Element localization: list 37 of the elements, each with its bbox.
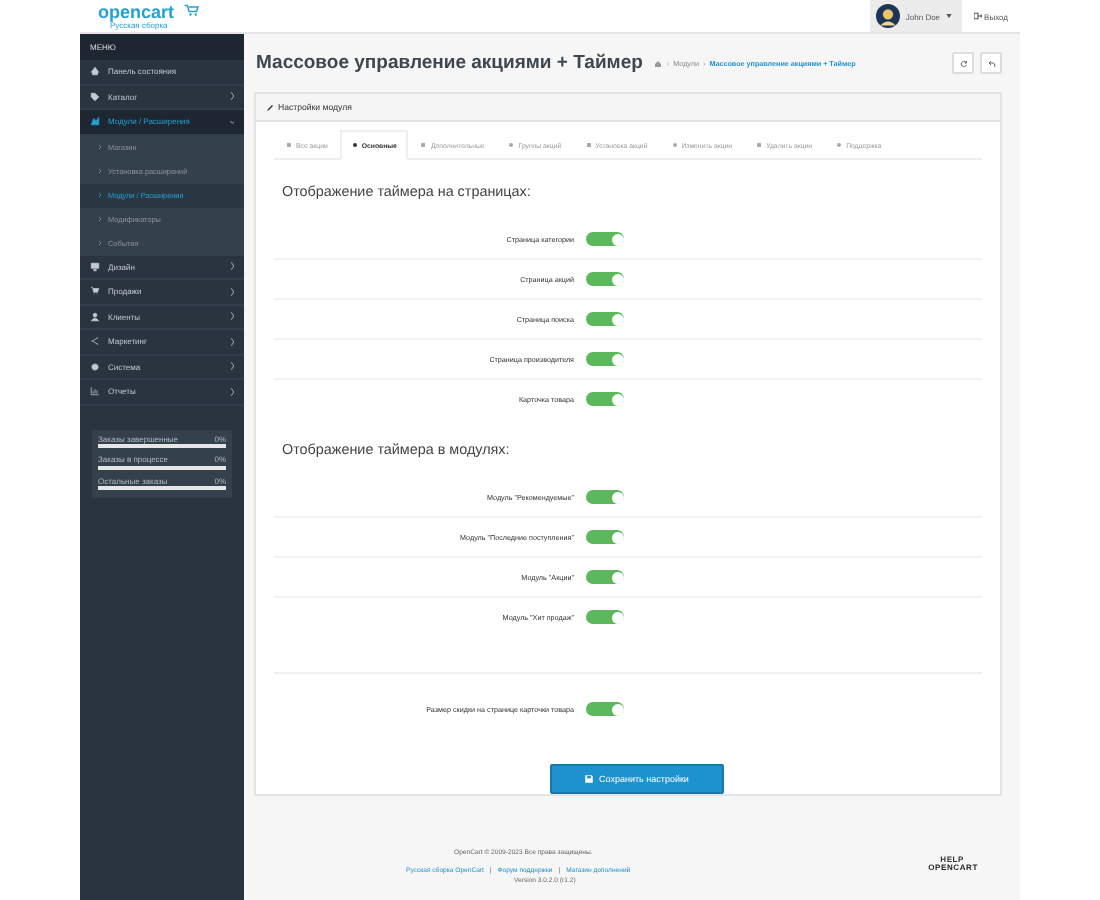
avatar-icon: [875, 4, 900, 28]
toggle-switch[interactable]: [586, 392, 624, 406]
tab-icon: [756, 142, 763, 148]
tag-icon: [90, 91, 100, 102]
toggle-switch[interactable]: [586, 232, 624, 246]
toggle-switch[interactable]: [586, 610, 624, 624]
tab-icon: [671, 142, 678, 148]
refresh-button[interactable]: [952, 52, 974, 74]
tab-icon: [508, 142, 515, 148]
toggle-switch[interactable]: [586, 272, 624, 286]
refresh-icon: [959, 59, 967, 67]
home-icon[interactable]: [654, 59, 663, 67]
bar-chart-icon: [90, 386, 100, 397]
tab-icon: [836, 142, 843, 148]
pencil-icon: [266, 103, 274, 111]
caret-icon: [946, 14, 953, 18]
toggle-switch[interactable]: [586, 530, 624, 544]
user-icon: [90, 311, 100, 322]
floppy-icon: [583, 774, 594, 784]
share-icon: [90, 336, 100, 347]
cart-icon: [90, 286, 100, 297]
back-button[interactable]: [980, 52, 1002, 74]
exit-icon: [974, 12, 983, 20]
toggle-switch[interactable]: [586, 702, 624, 716]
toggle-switch[interactable]: [586, 570, 624, 584]
toggle-switch[interactable]: [586, 352, 624, 366]
tab-icon: [420, 142, 427, 148]
cart-icon: [184, 3, 200, 15]
reply-icon: [987, 59, 995, 67]
monitor-icon: [90, 261, 100, 272]
page-title: Массовое управление акциями + Таймер: [256, 52, 643, 74]
toggle-switch[interactable]: [586, 490, 624, 504]
tab-icon: [351, 142, 358, 148]
tab-icon: [585, 142, 592, 148]
tab-icon: [286, 142, 292, 148]
home-icon: [90, 66, 100, 77]
toggle-switch[interactable]: [586, 312, 624, 326]
